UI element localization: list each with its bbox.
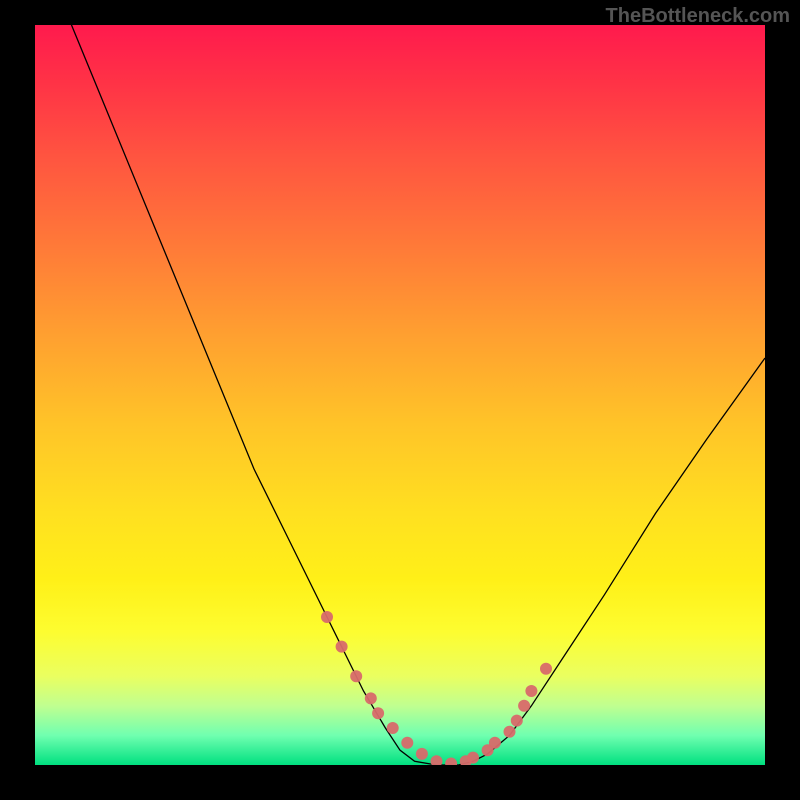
score-point [467, 752, 479, 764]
chart-svg [35, 25, 765, 765]
score-point [540, 663, 552, 675]
score-point [431, 755, 443, 765]
watermark-text: TheBottleneck.com [606, 5, 790, 28]
score-point [401, 737, 413, 749]
score-point [365, 692, 377, 704]
score-point [416, 748, 428, 760]
score-point [336, 641, 348, 653]
score-point [504, 726, 516, 738]
score-point [489, 737, 501, 749]
score-point [321, 611, 333, 623]
score-point [525, 685, 537, 697]
score-point [518, 700, 530, 712]
score-point [511, 715, 523, 727]
score-point [387, 722, 399, 734]
score-points-group [321, 611, 552, 765]
chart-plot-area [35, 25, 765, 765]
score-point [350, 670, 362, 682]
bottleneck-curve [35, 25, 765, 765]
score-point [372, 707, 384, 719]
score-point [445, 758, 457, 766]
